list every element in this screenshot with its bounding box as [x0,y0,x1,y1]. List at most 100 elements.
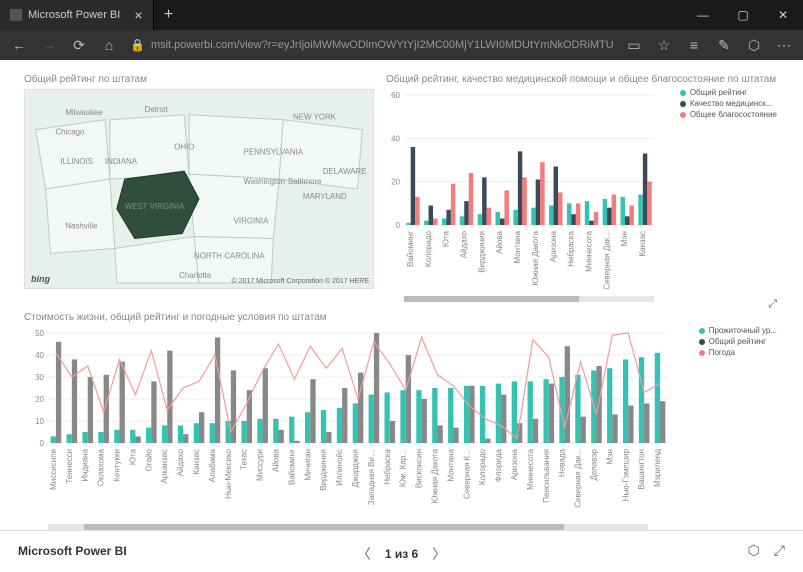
svg-text:Вайоминг: Вайоминг [287,449,296,485]
svg-text:Делавэр: Делавэр [589,448,598,480]
home-button[interactable]: ⌂ [100,36,118,54]
svg-text:Небраска: Небраска [567,230,576,266]
svg-text:Вирджиния: Вирджиния [477,231,486,273]
svg-text:Пенсильвания: Пенсильвания [542,449,551,503]
svg-text:50: 50 [35,329,44,338]
favorite-icon[interactable]: ☆ [655,36,673,54]
svg-text:Вирджиния: Вирджиния [319,449,328,491]
chart2-legend: Прожиточный ур... Общий рейтинг Погода [699,326,777,359]
bing-logo: bing [31,274,50,284]
svg-text:30: 30 [35,373,44,382]
svg-text:OHIO: OHIO [174,142,194,151]
svg-text:20: 20 [35,395,44,404]
reading-view-icon[interactable]: ▭ [625,36,643,54]
svg-text:0: 0 [40,439,45,448]
svg-text:40: 40 [391,134,400,143]
svg-text:DELAWARE: DELAWARE [323,167,367,176]
svg-text:Висконсин: Висконсин [415,449,424,488]
svg-text:Огайо: Огайо [144,448,153,471]
svg-text:Айова: Айова [495,230,504,253]
report-canvas: Общий рейтинг по штатам Mi [0,60,803,530]
browser-navbar: ← → ⟳ ⌂ 🔒 msit.powerbi.com/view?r=eyJrIj… [0,30,803,60]
map-area[interactable]: Milwaukee Chicago Detroit NEW YORK ILLIN… [24,89,374,289]
svg-text:40: 40 [35,351,44,360]
svg-text:Оклахома: Оклахома [97,448,106,486]
map-attribution: © 2017 Microsoft Corporation © 2017 HERE [231,278,369,285]
footer-app-name: Microsoft Power BI [18,544,127,558]
svg-text:Колорадо: Колорадо [424,230,433,267]
svg-text:Южная Дакота: Южная Дакота [430,448,439,503]
fullscreen-icon[interactable]: ⤢ [774,542,785,559]
svg-text:Миссури: Миссури [256,449,265,481]
chart2-plot[interactable]: 01020304050МиссисипиТеннессиИндианаОклах… [24,327,774,517]
window-titlebar: Microsoft Power BI × + — ▢ ✕ [0,0,803,30]
close-window-button[interactable]: ✕ [763,0,803,30]
svg-text:Nashville: Nashville [65,222,98,231]
svg-text:Монтана: Монтана [513,230,522,263]
svg-text:Юта: Юта [128,448,137,465]
svg-text:Chicago: Chicago [55,128,85,137]
share-report-icon[interactable]: ⬡ [748,542,760,559]
svg-text:Мэн: Мэн [605,449,614,464]
svg-text:NORTH CAROLINA: NORTH CAROLINA [194,251,265,260]
lock-icon: 🔒 [130,38,145,52]
svg-text:Вайоминг: Вайоминг [406,231,415,267]
svg-text:Джорджия: Джорджия [351,449,360,487]
svg-text:Иллинойс: Иллинойс [335,449,344,486]
svg-text:0: 0 [396,221,401,230]
svg-text:Арканзас: Арканзас [160,449,169,483]
back-button[interactable]: ← [10,36,28,54]
chart2-scrollbar[interactable] [48,524,648,530]
focus-mode-icon[interactable]: ⤢ [768,298,777,311]
share-icon[interactable]: ⬡ [745,36,763,54]
maximize-button[interactable]: ▢ [723,0,763,30]
svg-text:Канзас: Канзас [638,231,647,257]
svg-text:Айова: Айова [272,448,281,471]
svg-text:60: 60 [391,91,400,100]
svg-text:Северная К...: Северная К... [462,449,471,499]
close-tab-icon[interactable]: × [134,7,142,23]
svg-text:Айдахо: Айдахо [176,448,185,476]
page-navigator: 〈 1 из 6 〉 [357,544,446,564]
svg-text:Миннесота: Миннесота [526,448,535,489]
chart-cost-weather[interactable]: ⤢ Стоимость жизни, общий рейтинг и погод… [24,312,779,530]
svg-text:Южная Дакота: Южная Дакота [531,230,540,285]
svg-text:Северная Дак...: Северная Дак... [574,449,583,508]
svg-text:Юта: Юта [442,230,451,247]
new-tab-button[interactable]: + [154,6,184,24]
svg-text:Аризона: Аризона [510,448,519,480]
more-icon[interactable]: ⋯ [775,36,793,54]
svg-text:Монтана: Монтана [446,448,455,481]
chart2-title: Стоимость жизни, общий рейтинг и погодны… [24,312,779,323]
minimize-button[interactable]: — [683,0,723,30]
next-page-button[interactable]: 〉 [432,544,446,564]
svg-text:Baltimore: Baltimore [288,177,322,186]
svg-text:Техас: Техас [240,449,249,470]
svg-text:Теннесси: Теннесси [65,449,74,484]
power-bi-icon [10,9,22,21]
forward-button[interactable]: → [40,36,58,54]
map-visual[interactable]: Общий рейтинг по штатам Mi [24,74,374,302]
svg-text:Западная Ви…: Западная Ви… [367,449,376,505]
svg-text:10: 10 [35,417,44,426]
svg-text:Нью-Гэмпшир: Нью-Гэмпшир [621,448,630,501]
chart-rating-health[interactable]: Общий рейтинг, качество медицинской помо… [386,74,779,302]
svg-text:Канзас: Канзас [192,449,201,475]
refresh-button[interactable]: ⟳ [70,36,88,54]
svg-text:Washington: Washington [244,177,285,186]
chart1-scrollbar[interactable] [404,296,654,302]
svg-text:Флорида: Флорида [494,448,503,482]
hub-icon[interactable]: ≡ [685,36,703,54]
svg-text:20: 20 [391,178,400,187]
svg-text:NEW YORK: NEW YORK [293,113,337,122]
svg-text:Аризона: Аризона [549,230,558,262]
svg-text:Нью-Мексико: Нью-Мексико [224,448,233,498]
prev-page-button[interactable]: 〈 [357,544,371,564]
svg-text:Мэн: Мэн [620,231,629,246]
notes-icon[interactable]: ✎ [715,36,733,54]
page-indicator: 1 из 6 [385,547,418,561]
address-bar[interactable]: 🔒 msit.powerbi.com/view?r=eyJrIjoiMWMwOD… [130,38,613,52]
browser-tab[interactable]: Microsoft Power BI × [0,0,154,30]
svg-text:Индиана: Индиана [81,448,90,481]
svg-text:MARYLAND: MARYLAND [303,192,347,201]
